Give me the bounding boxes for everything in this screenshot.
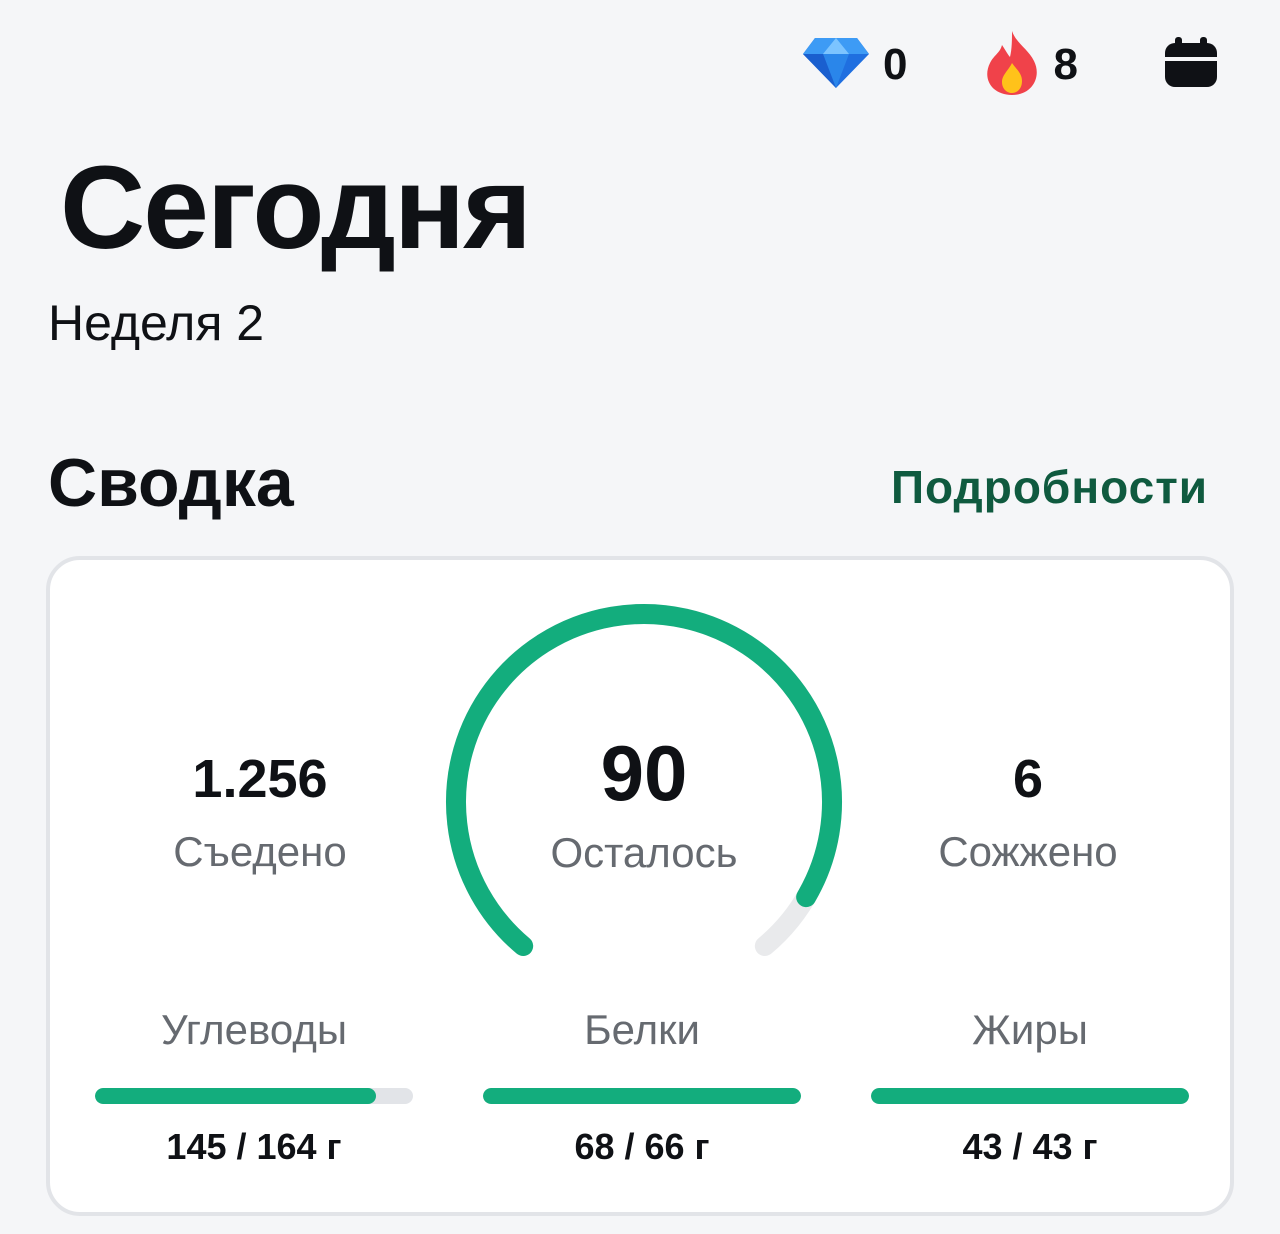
macro-name: Жиры	[972, 1006, 1088, 1053]
gem-icon	[801, 36, 871, 95]
macro-amount: 43 / 43 г	[962, 1126, 1098, 1167]
macro-fat: Жиры 43 / 43 г	[871, 1006, 1189, 1168]
details-link[interactable]: Подробности	[891, 460, 1208, 514]
macro-progress-bar	[95, 1088, 413, 1104]
eaten-value: 1.256	[192, 749, 328, 809]
streak-counter[interactable]: 8	[982, 29, 1078, 102]
macro-progress-fill	[95, 1088, 377, 1104]
eaten-label: Съедено	[173, 828, 347, 875]
eaten-metric: 1.256 Съедено	[100, 748, 420, 876]
streak-count: 8	[1053, 40, 1078, 89]
macro-name: Белки	[584, 1006, 700, 1053]
burned-metric: 6 Сожжено	[868, 748, 1188, 876]
remaining-label: Осталось	[550, 829, 738, 876]
burned-label: Сожжено	[938, 828, 1118, 875]
macro-carbs: Углеводы 145 / 164 г	[95, 1006, 413, 1168]
macro-progress-fill	[483, 1088, 801, 1104]
gem-count: 0	[883, 40, 908, 89]
fire-icon	[982, 29, 1042, 102]
week-label: Неделя 2	[48, 295, 265, 351]
remaining-metric: 90 Осталось	[484, 728, 804, 877]
page-title: Сегодня	[60, 142, 532, 274]
macro-amount: 68 / 66 г	[574, 1126, 710, 1167]
macro-name: Углеводы	[160, 1006, 348, 1053]
macro-progress-bar	[871, 1088, 1189, 1104]
macro-protein: Белки 68 / 66 г	[483, 1006, 801, 1168]
summary-title: Сводка	[48, 445, 294, 521]
burned-value: 6	[1012, 749, 1044, 809]
stats-bar: 0 8	[801, 30, 1218, 100]
macro-amount: 145 / 164 г	[166, 1126, 342, 1167]
summary-card: 1.256 Съедено 90 Осталось 6 Сожжено Угле…	[46, 556, 1234, 1216]
remaining-value: 90	[600, 729, 688, 817]
macro-progress-bar	[483, 1088, 801, 1104]
gem-counter[interactable]: 0	[801, 36, 908, 95]
macro-progress-fill	[871, 1088, 1189, 1104]
calendar-icon[interactable]	[1164, 36, 1218, 94]
